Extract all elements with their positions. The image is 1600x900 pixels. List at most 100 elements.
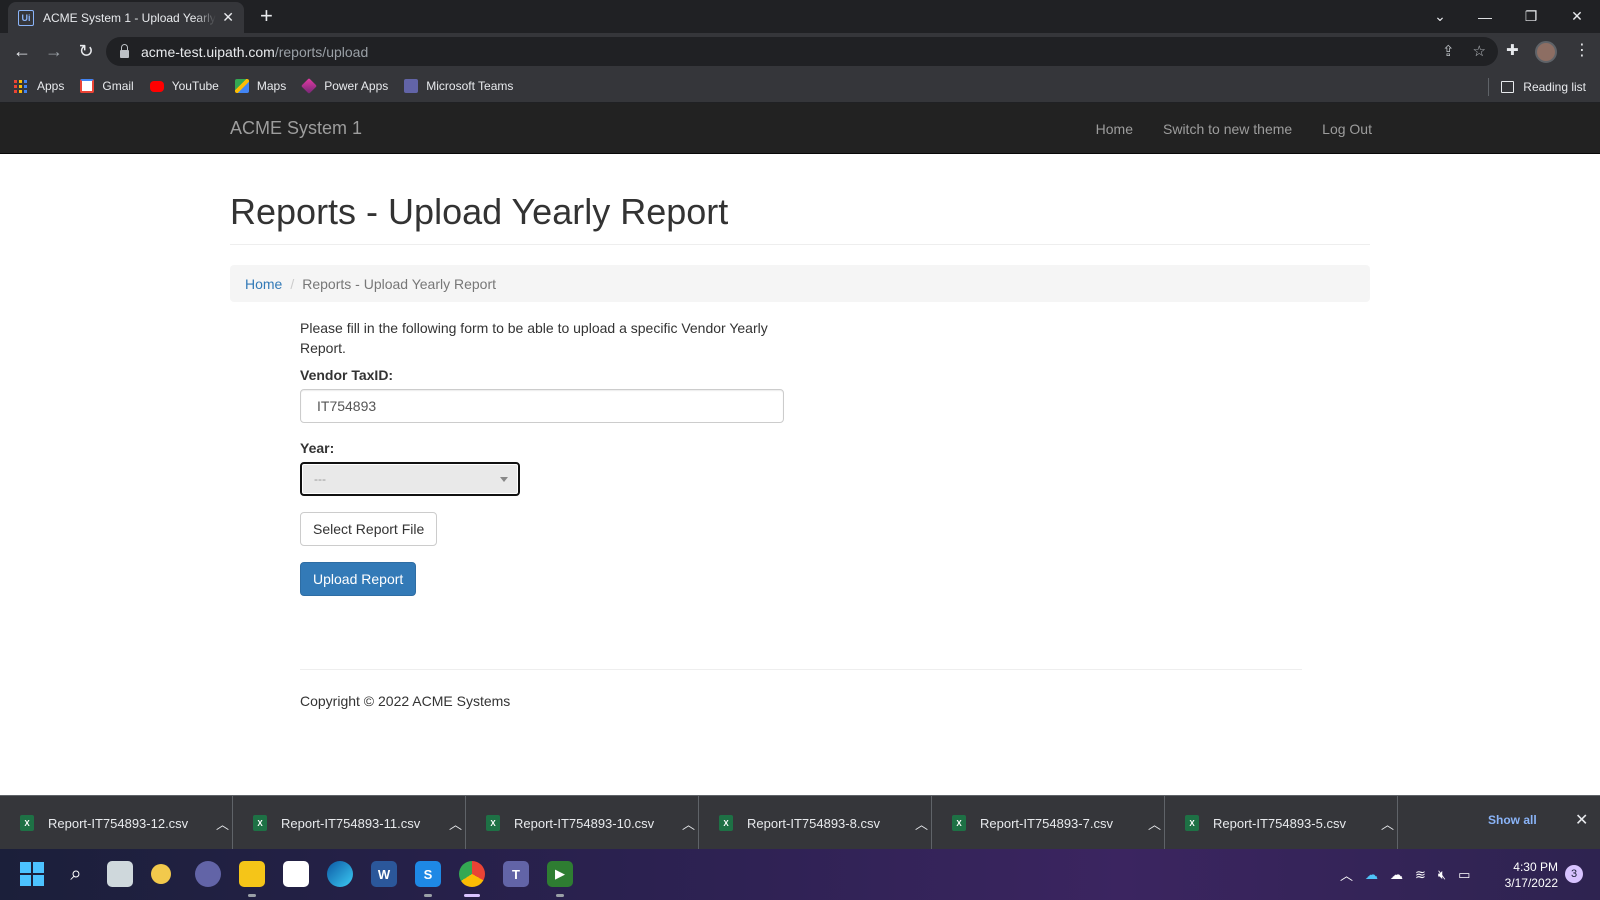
- main-container: Reports - Upload Yearly Report Home / Re…: [230, 154, 1370, 302]
- chevron-up-icon[interactable]: ︿: [1340, 865, 1353, 884]
- download-item[interactable]: X Report-IT754893-11.csv ︿: [233, 796, 466, 850]
- chrome-icon[interactable]: [459, 861, 485, 887]
- tab-title: ACME System 1 - Upload Yearly Report: [43, 10, 216, 25]
- chevron-up-icon[interactable]: ︿: [1381, 814, 1394, 833]
- breadcrumb: Home / Reports - Upload Yearly Report: [230, 265, 1370, 302]
- active-indicator: [248, 894, 256, 897]
- browser-tab[interactable]: Ui ACME System 1 - Upload Yearly Report …: [8, 2, 244, 33]
- window-close-icon[interactable]: ✕: [1554, 0, 1600, 33]
- page-header: Reports - Upload Yearly Report: [230, 190, 1370, 245]
- uipath-studio-icon[interactable]: S: [415, 861, 441, 887]
- chevron-up-icon[interactable]: ︿: [216, 814, 229, 833]
- download-item[interactable]: X Report-IT754893-8.csv ︿: [699, 796, 932, 850]
- search-icon[interactable]: ⌕: [63, 861, 89, 887]
- profile-avatar[interactable]: [1535, 41, 1557, 63]
- bookmark-apps[interactable]: Apps: [14, 79, 64, 93]
- cloud-icon[interactable]: ☁: [1390, 867, 1403, 883]
- teams-taskbar-icon[interactable]: T: [503, 861, 529, 887]
- chevron-up-icon[interactable]: ︿: [449, 814, 462, 833]
- year-select[interactable]: ---: [300, 462, 520, 496]
- reading-list-icon: [1501, 80, 1515, 93]
- share-icon[interactable]: ⇪: [1442, 42, 1455, 60]
- chevron-up-icon[interactable]: ︿: [1148, 814, 1161, 833]
- edge-icon[interactable]: [327, 861, 353, 887]
- breadcrumb-current: Reports - Upload Yearly Report: [302, 275, 497, 292]
- app-brand[interactable]: ACME System 1: [230, 118, 362, 139]
- back-icon[interactable]: ←: [10, 39, 34, 63]
- nav-switch-theme-link[interactable]: Switch to new theme: [1163, 121, 1292, 137]
- volume-muted-icon[interactable]: 🔇︎: [1438, 867, 1446, 883]
- bookmark-label: Maps: [256, 79, 287, 93]
- task-view-icon[interactable]: [107, 861, 133, 887]
- wifi-icon[interactable]: ≋: [1415, 867, 1426, 883]
- excel-file-icon: X: [719, 815, 733, 831]
- nav-logout-link[interactable]: Log Out: [1322, 121, 1372, 137]
- excel-file-icon: X: [952, 815, 966, 831]
- windows-taskbar: ⌕ W S T ▶ ︿ ☁ ☁ ≋ 🔇︎ ▭ 4:30 PM 3/17/2022…: [0, 849, 1600, 900]
- bookmark-gmail[interactable]: Gmail: [80, 79, 134, 93]
- download-item[interactable]: X Report-IT754893-12.csv ︿: [0, 796, 233, 850]
- new-tab-icon[interactable]: +: [260, 4, 273, 28]
- notification-badge[interactable]: 3: [1565, 865, 1583, 883]
- reading-list[interactable]: Reading list: [1501, 70, 1586, 103]
- windows-start-icon[interactable]: [19, 861, 45, 887]
- nav-links: Home Switch to new theme Log Out: [1096, 103, 1372, 154]
- widgets-icon[interactable]: [151, 864, 171, 884]
- chevron-up-icon[interactable]: ︿: [915, 814, 928, 833]
- show-all-downloads-link[interactable]: Show all: [1488, 813, 1537, 827]
- bookmark-label: Power Apps: [324, 79, 389, 93]
- tab-close-icon[interactable]: ✕: [222, 9, 234, 26]
- uipath-robot-icon[interactable]: ▶: [547, 861, 573, 887]
- close-downloads-icon[interactable]: ✕: [1575, 810, 1588, 830]
- chat-icon[interactable]: [195, 861, 221, 887]
- select-report-file-button[interactable]: Select Report File: [300, 512, 438, 546]
- tab-search-icon[interactable]: ⌄: [1417, 0, 1463, 33]
- apps-grid-icon: [14, 79, 27, 93]
- download-item[interactable]: X Report-IT754893-10.csv ︿: [466, 796, 699, 850]
- onedrive-icon[interactable]: ☁: [1365, 867, 1378, 883]
- breadcrumb-home-link[interactable]: Home: [245, 276, 282, 292]
- active-indicator: [424, 894, 432, 897]
- chevron-down-icon: [500, 477, 508, 482]
- battery-icon[interactable]: ▭: [1458, 867, 1470, 883]
- browser-menu-icon[interactable]: ⋮: [1574, 40, 1590, 60]
- bookmark-microsoft-teams[interactable]: Microsoft Teams: [404, 79, 513, 93]
- clock-time: 4:30 PM: [1513, 860, 1558, 874]
- bookmark-label: YouTube: [171, 79, 219, 93]
- bookmarks-divider: [1488, 78, 1489, 96]
- excel-file-icon: X: [20, 815, 34, 831]
- active-indicator: [464, 894, 480, 897]
- upload-report-button[interactable]: Upload Report: [300, 562, 417, 596]
- bookmark-youtube[interactable]: YouTube: [149, 79, 219, 93]
- extensions-icon[interactable]: ✚: [1506, 41, 1519, 59]
- reload-icon[interactable]: ↻: [74, 39, 98, 63]
- power-apps-icon: [301, 78, 318, 94]
- word-icon[interactable]: W: [371, 861, 397, 887]
- store-icon[interactable]: [283, 861, 309, 887]
- downloads-bar: X Report-IT754893-12.csv ︿ X Report-IT75…: [0, 795, 1600, 850]
- year-select-value: ---: [314, 472, 326, 486]
- bookmark-label: Apps: [37, 79, 65, 93]
- minimize-icon[interactable]: —: [1462, 0, 1508, 33]
- restore-icon[interactable]: ❐: [1508, 0, 1554, 33]
- vendor-taxid-input[interactable]: IT754893: [300, 389, 784, 423]
- nav-home-link[interactable]: Home: [1096, 121, 1133, 137]
- upload-form: Please fill in the following form to be …: [300, 318, 800, 596]
- forward-icon[interactable]: →: [42, 39, 66, 63]
- bookmark-power-apps[interactable]: Power Apps: [301, 78, 389, 94]
- bookmark-maps[interactable]: Maps: [234, 79, 287, 93]
- download-filename: Report-IT754893-12.csv: [48, 815, 189, 831]
- download-item[interactable]: X Report-IT754893-5.csv ︿: [1165, 796, 1398, 850]
- reading-list-label: Reading list: [1523, 79, 1586, 94]
- download-filename: Report-IT754893-7.csv: [980, 815, 1113, 831]
- download-item[interactable]: X Report-IT754893-7.csv ︿: [932, 796, 1165, 850]
- clock-date: 3/17/2022: [1504, 876, 1558, 890]
- address-bar[interactable]: acme-test.uipath.com/reports/upload ⇪ ☆: [106, 37, 1498, 66]
- url-path: /reports/upload: [274, 43, 369, 60]
- bookmark-star-icon[interactable]: ☆: [1473, 42, 1486, 60]
- file-explorer-icon[interactable]: [239, 861, 265, 887]
- chevron-up-icon[interactable]: ︿: [682, 814, 695, 833]
- taskbar-clock[interactable]: 4:30 PM 3/17/2022: [1496, 859, 1558, 891]
- vendor-taxid-label: Vendor TaxID:: [300, 367, 394, 383]
- app-navbar: ACME System 1 Home Switch to new theme L…: [0, 103, 1600, 154]
